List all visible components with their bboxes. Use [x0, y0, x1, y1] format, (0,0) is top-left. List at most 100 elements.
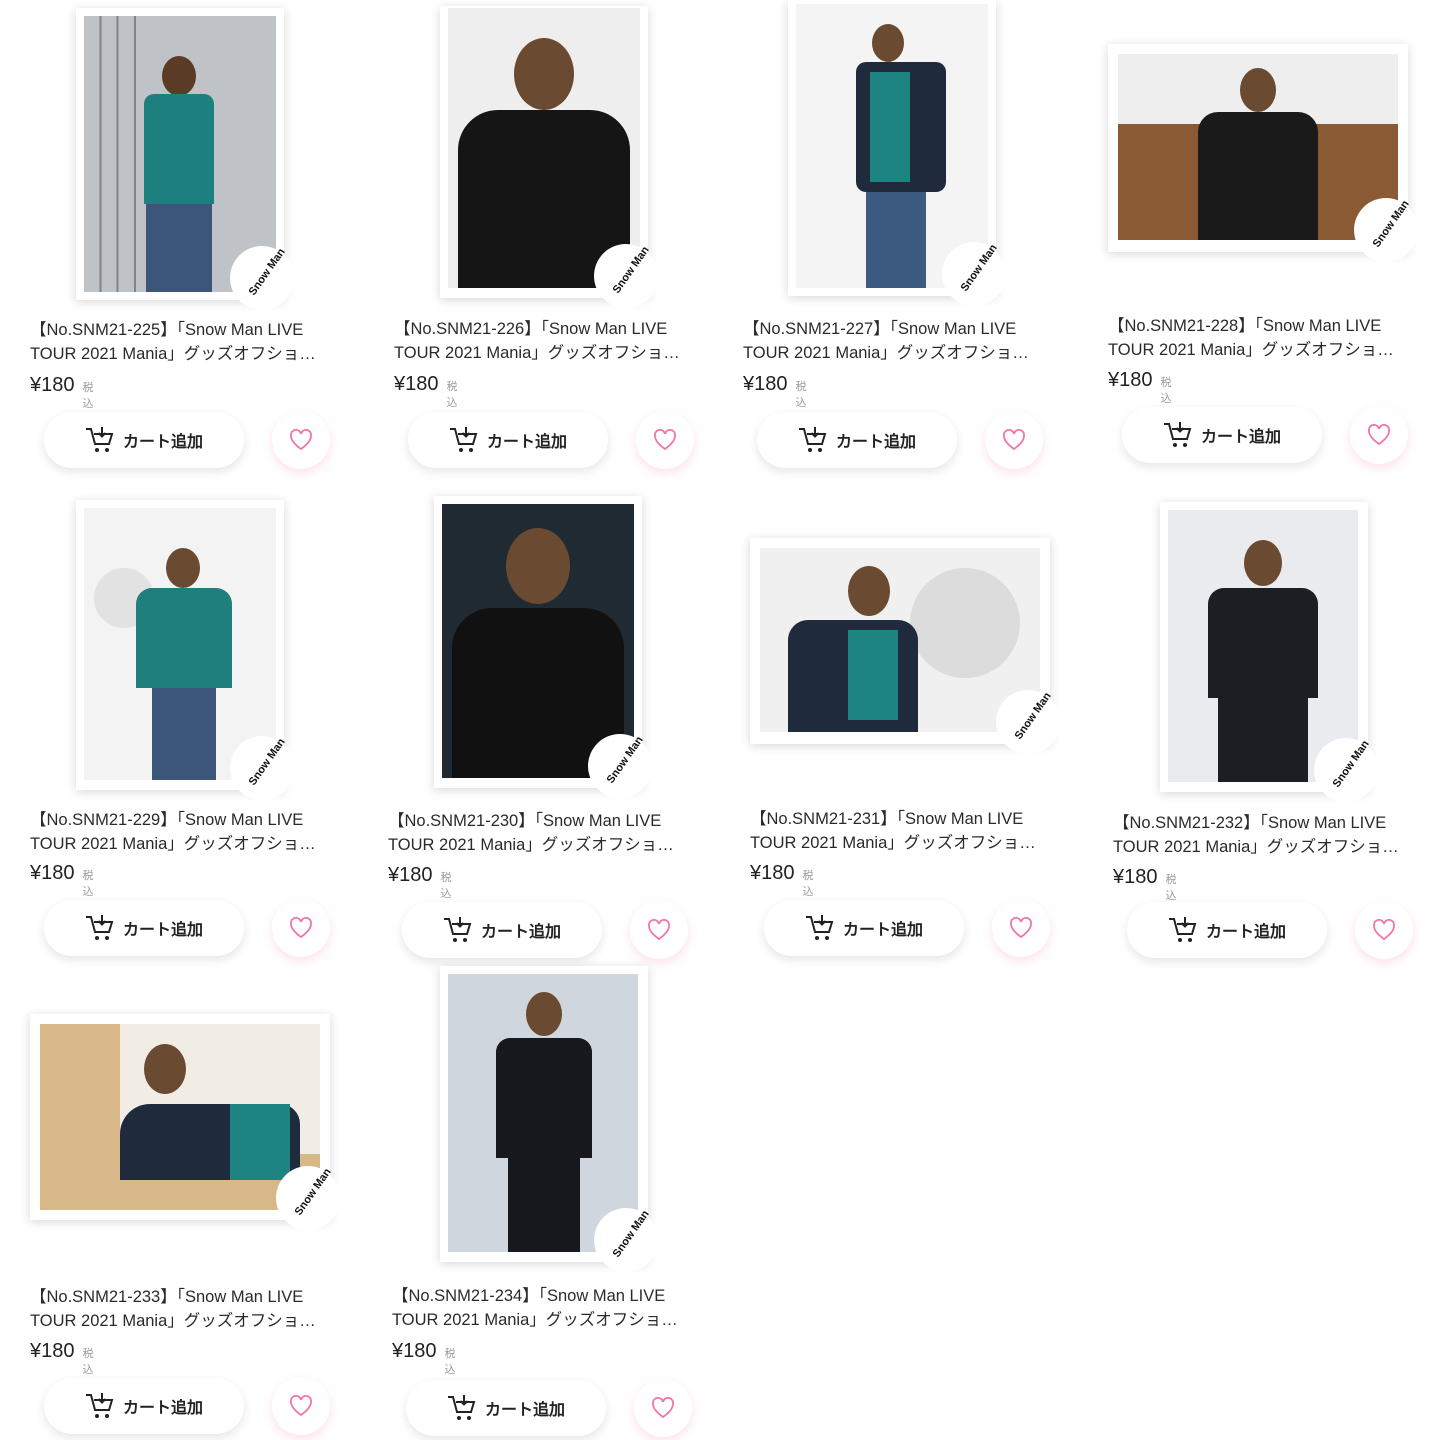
product-photo[interactable]: Snow Man [788, 0, 1006, 306]
add-to-cart-button[interactable]: カート追加 [408, 412, 608, 468]
favorite-button[interactable] [1355, 901, 1413, 959]
add-to-cart-button[interactable]: カート追加 [44, 412, 244, 468]
product-title[interactable]: 【No.SNM21-227】「Snow Man LIVE TOUR 2021 Ma… [743, 317, 1053, 365]
price-row: ¥180 税込 [30, 1340, 94, 1377]
heart-outline-icon [1010, 917, 1032, 939]
add-to-cart-button[interactable]: カート追加 [402, 902, 602, 958]
product-photo[interactable]: Snow Man [76, 8, 294, 310]
umbrella-light [910, 568, 1020, 678]
favorite-button[interactable] [630, 901, 688, 959]
heart-outline-icon [290, 917, 312, 939]
product-title[interactable]: 【No.SNM21-226】「Snow Man LIVE TOUR 2021 Ma… [394, 317, 704, 365]
add-to-cart-label: カート追加 [122, 1400, 203, 1417]
add-to-cart-button[interactable]: カート追加 [1127, 902, 1327, 958]
product-price: ¥180 [30, 374, 75, 396]
favorite-button[interactable] [272, 1377, 330, 1435]
heart-outline-icon [1373, 919, 1395, 941]
product-photo[interactable]: Snow Man [434, 496, 652, 798]
snow-man-logo: Snow Man [594, 244, 658, 308]
tax-included-label: 税込 [82, 1348, 94, 1376]
price-row: ¥180 税込 [388, 864, 452, 901]
cart-add-icon [443, 917, 472, 942]
photo-image [40, 1024, 320, 1210]
product-photo[interactable]: Snow Man [30, 1014, 340, 1230]
product-photo[interactable]: Snow Man [76, 500, 294, 800]
person-figure [488, 992, 600, 1252]
favorite-button[interactable] [272, 899, 330, 957]
heart-outline-icon [648, 919, 670, 941]
add-to-cart-button[interactable]: カート追加 [757, 412, 957, 468]
product-title[interactable]: 【No.SNM21-233】「Snow Man LIVE TOUR 2021 Ma… [30, 1285, 340, 1333]
product-price: ¥180 [30, 862, 75, 884]
photo-image [448, 974, 638, 1252]
add-to-cart-label: カート追加 [480, 924, 561, 941]
price-row: ¥180 税込 [1108, 369, 1172, 406]
tax-included-label: 税込 [446, 381, 458, 409]
person-figure [1188, 540, 1338, 782]
tax-included-label: 税込 [82, 382, 94, 410]
snow-man-logo: Snow Man [588, 734, 652, 798]
product-title[interactable]: 【No.SNM21-225】「Snow Man LIVE TOUR 2021 Ma… [30, 318, 340, 366]
product-title[interactable]: 【No.SNM21-228】「Snow Man LIVE TOUR 2021 Ma… [1108, 314, 1418, 362]
snow-man-logo: Snow Man [230, 736, 294, 800]
product-photo[interactable]: Snow Man [750, 538, 1060, 754]
snow-man-logo: Snow Man [942, 242, 1006, 306]
price-row: ¥180 税込 [1113, 866, 1177, 903]
favorite-button[interactable] [634, 1379, 692, 1437]
product-price: ¥180 [388, 864, 433, 886]
product-title[interactable]: 【No.SNM21-231】「Snow Man LIVE TOUR 2021 Ma… [750, 807, 1060, 855]
product-photo[interactable]: Snow Man [1108, 44, 1418, 262]
price-row: ¥180 税込 [30, 374, 94, 411]
favorite-button[interactable] [272, 411, 330, 469]
add-to-cart-button[interactable]: カート追加 [44, 900, 244, 956]
price-row: ¥180 税込 [750, 862, 814, 899]
product-photo[interactable]: Snow Man [440, 6, 658, 308]
favorite-button[interactable] [636, 411, 694, 469]
person-figure [452, 528, 624, 778]
cart-add-icon [85, 427, 114, 452]
add-to-cart-button[interactable]: カート追加 [764, 900, 964, 956]
tax-included-label: 税込 [1165, 874, 1177, 902]
heart-outline-icon [1368, 424, 1390, 446]
add-to-cart-label: カート追加 [842, 922, 923, 939]
heart-outline-icon [1003, 429, 1025, 451]
favorite-button[interactable] [985, 411, 1043, 469]
person-figure [1188, 68, 1328, 240]
add-to-cart-label: カート追加 [122, 922, 203, 939]
tax-included-label: 税込 [440, 872, 452, 900]
heart-outline-icon [652, 1397, 674, 1419]
product-photo[interactable]: Snow Man [440, 966, 658, 1272]
price-row: ¥180 税込 [30, 862, 94, 899]
photo-image [448, 8, 640, 288]
product-photo[interactable]: Snow Man [1160, 502, 1378, 802]
person-figure [120, 1044, 300, 1210]
cart-add-icon [85, 1393, 114, 1418]
cart-add-icon [447, 1395, 476, 1420]
product-title[interactable]: 【No.SNM21-234】「Snow Man LIVE TOUR 2021 Ma… [392, 1284, 702, 1332]
add-to-cart-button[interactable]: カート追加 [1122, 407, 1322, 463]
price-row: ¥180 税込 [394, 373, 458, 410]
product-title[interactable]: 【No.SNM21-229】「Snow Man LIVE TOUR 2021 Ma… [30, 808, 340, 856]
tax-included-label: 税込 [82, 870, 94, 898]
favorite-button[interactable] [1350, 406, 1408, 464]
add-to-cart-label: カート追加 [835, 434, 916, 451]
snow-man-logo: Snow Man [1354, 198, 1418, 262]
add-to-cart-button[interactable]: カート追加 [406, 1380, 606, 1436]
heart-outline-icon [290, 1395, 312, 1417]
product-title[interactable]: 【No.SNM21-232】「Snow Man LIVE TOUR 2021 Ma… [1113, 811, 1423, 859]
product-price: ¥180 [750, 862, 795, 884]
photo-image [1118, 54, 1398, 240]
snow-man-logo: Snow Man [276, 1166, 340, 1230]
photo-image [760, 548, 1040, 732]
product-price: ¥180 [743, 373, 788, 395]
add-to-cart-label: カート追加 [122, 434, 203, 451]
product-price: ¥180 [1108, 369, 1153, 391]
heart-outline-icon [290, 429, 312, 451]
add-to-cart-label: カート追加 [486, 434, 567, 451]
add-to-cart-label: カート追加 [484, 1402, 565, 1419]
heart-outline-icon [654, 429, 676, 451]
favorite-button[interactable] [992, 899, 1050, 957]
product-title[interactable]: 【No.SNM21-230】「Snow Man LIVE TOUR 2021 Ma… [388, 809, 698, 857]
cart-add-icon [1168, 917, 1197, 942]
add-to-cart-button[interactable]: カート追加 [44, 1378, 244, 1434]
